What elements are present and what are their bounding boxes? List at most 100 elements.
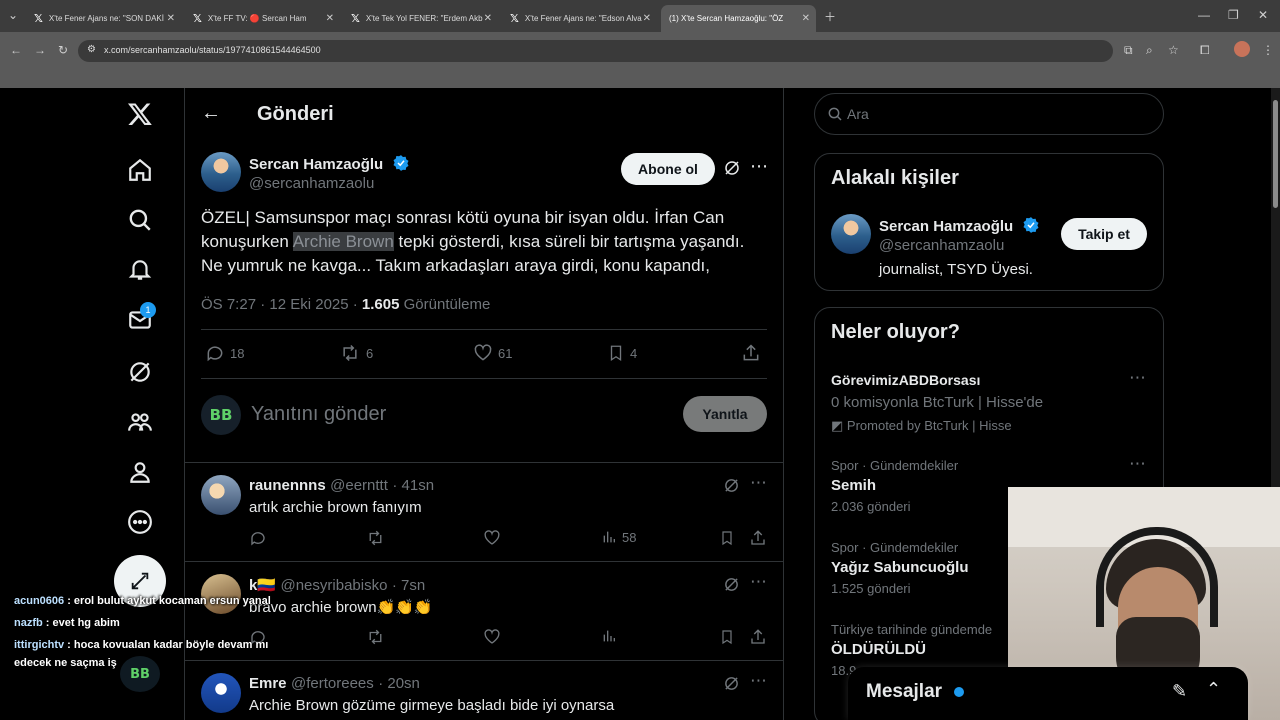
reply-action[interactable]: 18	[205, 343, 244, 363]
related-handle[interactable]: @sercanhamzaolu	[879, 237, 1004, 254]
address-bar[interactable]: ⚙ x.com/sercanhamzaolu/status/1977410861…	[78, 40, 1113, 62]
grok-explain-icon[interactable]	[723, 159, 741, 182]
page-header: ← Gönderi	[185, 88, 783, 140]
reply-author-handle[interactable]: @fertoreees	[291, 675, 374, 692]
user-avatar[interactable]: BB	[201, 395, 241, 435]
reply-button[interactable]: Yanıtla	[683, 396, 767, 432]
profile-icon[interactable]	[126, 458, 154, 486]
reply-icon[interactable]	[249, 529, 267, 547]
extensions-icon[interactable]: ⧠	[1200, 43, 1210, 58]
grok-explain-icon[interactable]	[723, 477, 740, 499]
reply-avatar[interactable]	[201, 574, 241, 614]
author-avatar[interactable]	[201, 152, 241, 192]
reply-item[interactable]: k🇨🇴 @nesyribabisko · 7sn bravo archie br…	[185, 562, 783, 660]
close-tab-icon[interactable]: ✕	[484, 13, 492, 24]
repost-action[interactable]: 6	[339, 343, 373, 363]
explore-icon[interactable]	[126, 206, 154, 234]
back-arrow-icon[interactable]: ←	[201, 102, 221, 125]
promoted-icon: ◩	[831, 418, 847, 433]
reply-time[interactable]: · 7sn	[392, 577, 425, 594]
close-tab-icon[interactable]: ✕	[802, 13, 810, 24]
trend-item[interactable]: GörevimizABDBorsası 0 komisyonla BtcTurk…	[831, 368, 1151, 433]
close-tab-icon[interactable]: ✕	[326, 13, 334, 24]
reply-time[interactable]: · 20sn	[378, 675, 420, 692]
profile-avatar[interactable]	[1234, 41, 1250, 57]
reply-author-handle[interactable]: @eernttt	[330, 477, 388, 494]
post-timestamp[interactable]: ÖS 7:27 · 12 Eki 2025 ·	[201, 296, 362, 313]
close-tab-icon[interactable]: ✕	[167, 13, 175, 24]
related-name[interactable]: Sercan Hamzaoğlu	[879, 218, 1013, 235]
x-logo-icon[interactable]	[126, 100, 154, 128]
window-close-icon[interactable]: ✕	[1258, 8, 1268, 22]
bookmark-icon[interactable]	[719, 529, 735, 547]
search-box[interactable]: Ara	[814, 93, 1164, 135]
maximize-icon[interactable]: ❐	[1228, 8, 1239, 22]
home-icon[interactable]	[126, 156, 154, 184]
search-input[interactable]: Ara	[847, 106, 869, 122]
share-action[interactable]	[741, 343, 761, 363]
forward-icon[interactable]: →	[34, 43, 46, 57]
communities-icon[interactable]	[126, 408, 154, 436]
floating-avatar[interactable]: BB	[120, 656, 160, 692]
tab-search-icon[interactable]: ⌄	[8, 8, 18, 22]
site-info-icon[interactable]: ⚙	[87, 44, 96, 55]
new-tab-icon[interactable]: ＋	[824, 8, 836, 25]
reply-author-name[interactable]: Emre	[249, 675, 287, 692]
reply-item[interactable]: raunennns @eernttt · 41sn artık archie b…	[185, 463, 783, 561]
back-icon[interactable]: ←	[10, 43, 22, 57]
reply-time[interactable]: · 41sn	[392, 477, 434, 494]
bookmark-icon[interactable]	[719, 628, 735, 646]
zoom-icon[interactable]: ⌕	[1146, 43, 1153, 58]
grok-explain-icon[interactable]	[723, 576, 740, 598]
more-options-icon[interactable]: ⋯	[750, 671, 767, 691]
share-icon[interactable]	[749, 529, 767, 547]
more-options-icon[interactable]: ⋯	[750, 156, 768, 177]
more-icon[interactable]	[126, 508, 154, 536]
scrollbar-thumb[interactable]	[1273, 100, 1278, 208]
views-icon[interactable]: 58	[601, 529, 636, 545]
collapse-icon[interactable]: ⌃	[1206, 679, 1221, 700]
bookmark-icon	[610, 345, 622, 362]
reload-icon[interactable]: ↻	[58, 43, 68, 57]
reply-author-name[interactable]: raunennns	[249, 477, 326, 494]
browser-tab-4[interactable]: 𝕏 X'te Fener Ajans ne: "Edson Alva ✕	[502, 5, 657, 32]
bookmark-star-icon[interactable]: ☆	[1168, 43, 1179, 57]
like-icon[interactable]	[483, 628, 501, 646]
grok-icon[interactable]	[126, 358, 154, 386]
reply-author-handle[interactable]: @nesyribabisko	[280, 577, 387, 594]
search-icon	[828, 107, 842, 121]
reply-avatar[interactable]	[201, 475, 241, 515]
more-options-icon[interactable]: ⋯	[1129, 454, 1146, 474]
install-icon[interactable]: ⧉	[1124, 43, 1133, 58]
browser-tab-5-active[interactable]: (1) X'te Sercan Hamzaoğlu: "ÖZ ✕	[661, 5, 816, 32]
messages-drawer[interactable]: Mesajlar ✎ ⌃	[848, 667, 1248, 720]
more-options-icon[interactable]: ⋯	[750, 473, 767, 493]
reply-input[interactable]: Yanıtını gönder	[251, 403, 386, 426]
browser-tab-1[interactable]: 𝕏 X'te Fener Ajans ne: "SON DAKİ ✕	[26, 5, 181, 32]
like-action[interactable]: 61	[473, 343, 512, 363]
browser-menu-icon[interactable]: ⋮	[1262, 43, 1274, 57]
bookmark-action[interactable]: 4	[607, 343, 637, 363]
minimize-icon[interactable]: —	[1198, 8, 1210, 22]
like-icon[interactable]	[483, 529, 501, 547]
new-message-icon[interactable]: ✎	[1172, 681, 1187, 702]
subscribe-button[interactable]: Abone ol	[621, 153, 715, 185]
browser-tab-2[interactable]: 𝕏 X'te FF TV: 🔴 Sercan Ham ✕	[185, 5, 340, 32]
related-avatar[interactable]	[831, 214, 871, 254]
reply-avatar[interactable]	[201, 673, 241, 713]
follow-button[interactable]: Takip et	[1061, 218, 1147, 250]
more-options-icon[interactable]: ⋯	[1129, 368, 1146, 388]
repost-icon[interactable]	[366, 529, 385, 547]
author-name[interactable]: Sercan Hamzaoğlu	[249, 156, 383, 173]
close-tab-icon[interactable]: ✕	[643, 13, 651, 24]
more-options-icon[interactable]: ⋯	[750, 572, 767, 592]
notifications-icon[interactable]	[126, 256, 154, 284]
author-handle[interactable]: @sercanhamzaolu	[249, 175, 374, 192]
views-icon[interactable]	[601, 628, 617, 644]
repost-icon[interactable]	[366, 628, 385, 646]
grok-explain-icon[interactable]	[723, 675, 740, 697]
browser-tab-3[interactable]: 𝕏 X'te Tek Yol FENER: "Erdem Akb ✕	[343, 5, 498, 32]
share-icon[interactable]	[749, 628, 767, 646]
reply-author-name[interactable]: k🇨🇴	[249, 577, 276, 594]
reply-item[interactable]: Emre @fertoreees · 20sn Archie Brown göz…	[185, 661, 783, 720]
